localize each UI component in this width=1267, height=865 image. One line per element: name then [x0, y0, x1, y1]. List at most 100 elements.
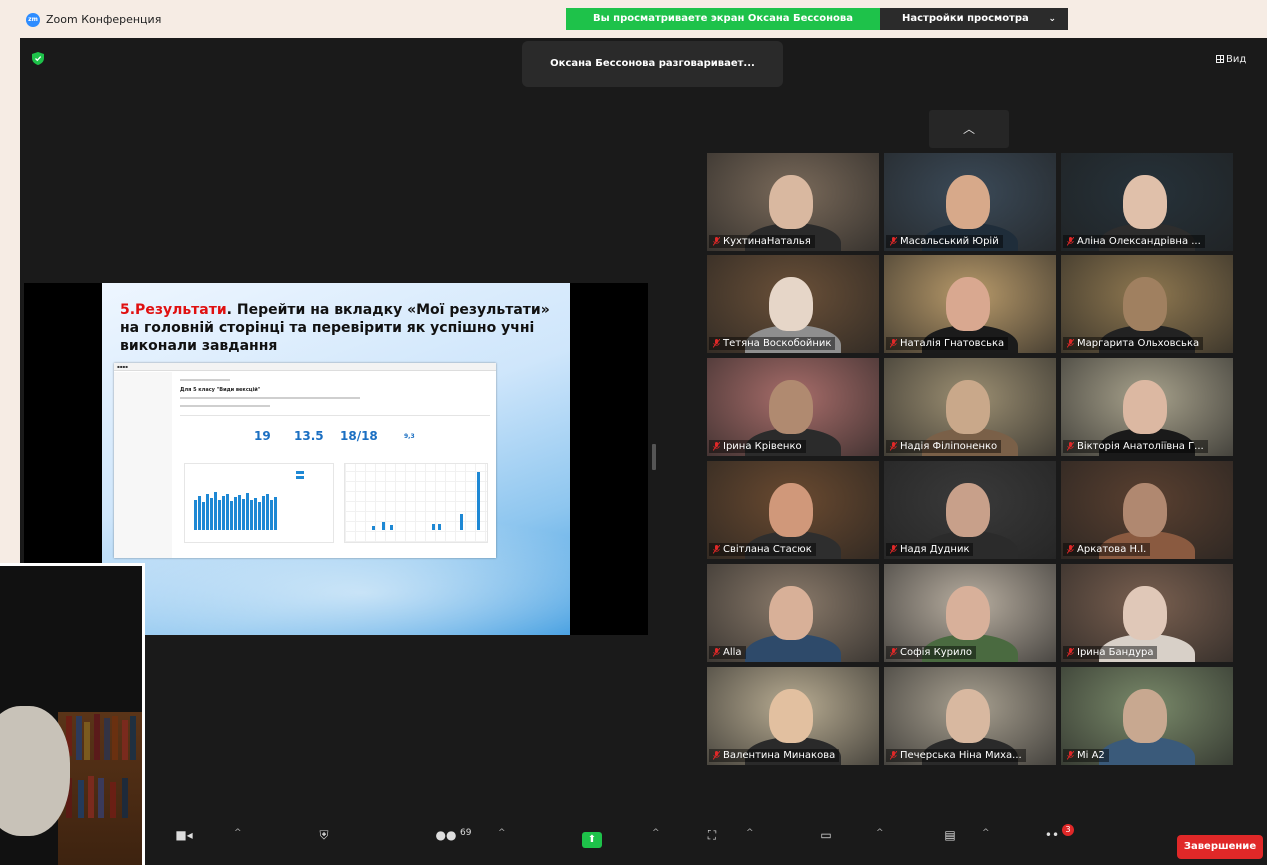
participant-name: Надія Філіпоненко [886, 440, 1002, 453]
book [112, 716, 118, 760]
chart-bar [222, 496, 225, 530]
chart-bar [262, 496, 265, 530]
participant-name-text: Надя Дудник [900, 544, 970, 555]
chart-bar [477, 472, 480, 530]
participant-tile[interactable]: Маргарита Ольховська [1061, 255, 1233, 353]
chart-legend-swatch [296, 471, 304, 474]
participant-name-text: Надія Філіпоненко [900, 441, 998, 452]
chat-caret[interactable]: ^ [876, 828, 884, 838]
meeting-window: Оксана Бессонова разговаривает... Вид ︿ … [20, 38, 1267, 865]
stat-rating: 9,3 [404, 433, 415, 440]
participant-tile[interactable]: Аліна Олександрівна ... [1061, 153, 1233, 251]
participants-icon[interactable]: ●● [434, 828, 458, 850]
chart-bar [218, 500, 221, 530]
chart-bar [270, 500, 273, 530]
participant-face [769, 586, 813, 640]
participant-tile[interactable]: Масальський Юрій [884, 153, 1056, 251]
participant-name-text: Тетяна Воскобойник [723, 338, 832, 349]
participant-face [946, 483, 990, 537]
notes-icon[interactable]: ▤ [938, 828, 962, 850]
chevron-down-icon: ⌄ [1048, 14, 1056, 24]
view-button[interactable]: Вид [1216, 54, 1246, 65]
participant-tile[interactable]: Ірина Крівенко [707, 358, 879, 456]
participant-tile[interactable]: Наталія Гнатовська [884, 255, 1056, 353]
view-button-label: Вид [1226, 54, 1247, 65]
participant-tile[interactable]: Валентина Минакова [707, 667, 879, 765]
participants-caret[interactable]: ^ [498, 828, 506, 838]
participant-name: Mi A2 [1063, 749, 1109, 762]
participant-name: Ірина Бандура [1063, 646, 1158, 659]
security-shield-icon[interactable] [32, 52, 44, 65]
screenshot-text-line [180, 415, 490, 416]
participant-face [769, 277, 813, 331]
participants-count: 69 [460, 828, 472, 838]
participant-tile[interactable]: Аркатова Н.І. [1061, 461, 1233, 559]
participant-tile[interactable]: Ірина Бандура [1061, 564, 1233, 662]
notes-caret[interactable]: ^ [982, 828, 990, 838]
reactions-icon[interactable]: ⛶ [700, 828, 724, 850]
participant-name: Печерська Ніна Миха... [886, 749, 1026, 762]
muted-mic-icon [713, 751, 720, 760]
participant-tile[interactable]: Надя Дудник [884, 461, 1056, 559]
book [78, 780, 84, 818]
chart-bar [432, 524, 435, 530]
view-settings-button[interactable]: Настройки просмотра ⌄ [880, 8, 1068, 30]
participant-tile[interactable]: КухтинаНаталья [707, 153, 879, 251]
book [76, 716, 82, 760]
participant-name-text: Софія Курило [900, 647, 972, 658]
participant-tile[interactable]: Mi A2 [1061, 667, 1233, 765]
participant-tile[interactable]: Тетяна Воскобойник [707, 255, 879, 353]
muted-mic-icon [890, 339, 897, 348]
participant-name: Тетяна Воскобойник [709, 337, 836, 350]
book [98, 778, 104, 818]
participant-name: Alla [709, 646, 746, 659]
screenshot-title: Для 5 класу "Види вексцій" [180, 387, 261, 393]
split-handle[interactable] [652, 444, 656, 470]
chevron-up-icon: ︿ [962, 122, 975, 136]
collapse-gallery-button[interactable]: ︿ [929, 110, 1009, 148]
participant-tile[interactable]: Вікторія Анатоліївна Г... [1061, 358, 1233, 456]
participant-name-text: Alla [723, 647, 742, 658]
muted-mic-icon [1067, 237, 1074, 246]
participant-name-text: Печерська Ніна Миха... [900, 750, 1022, 761]
end-meeting-button[interactable]: Завершение [1177, 835, 1263, 859]
participant-tile[interactable]: Печерська Ніна Миха... [884, 667, 1056, 765]
chart-bar [258, 502, 261, 530]
participant-face [769, 380, 813, 434]
book [104, 718, 110, 760]
video-camera-icon[interactable]: ■◂ [172, 828, 196, 850]
participant-name-text: Світлана Стасюк [723, 544, 812, 555]
window-title: Zoom Конференция [46, 13, 162, 26]
slide-heading: 5.Результати. Перейти на вкладку «Мої ре… [120, 301, 560, 355]
security-icon[interactable]: ⛨ [312, 828, 336, 850]
more-icon[interactable]: •• [1040, 828, 1064, 850]
chart-bar [210, 498, 213, 530]
screenshot-text-line [180, 405, 270, 407]
participant-tile[interactable]: Надія Філіпоненко [884, 358, 1056, 456]
chart-bar [198, 496, 201, 530]
video-options-caret[interactable]: ^ [234, 828, 242, 838]
participant-tile[interactable]: Світлана Стасюк [707, 461, 879, 559]
screenshot-topbar: ▪▪▪▪ [114, 363, 496, 371]
book [122, 778, 128, 818]
participant-tile[interactable]: Софія Курило [884, 564, 1056, 662]
self-video[interactable] [0, 563, 145, 865]
share-screen-icon[interactable]: ⬆ [582, 832, 602, 848]
participant-name: Ірина Крівенко [709, 440, 806, 453]
muted-mic-icon [890, 237, 897, 246]
chart-legend-swatch [296, 476, 304, 479]
muted-mic-icon [1067, 648, 1074, 657]
participant-tile[interactable]: Alla [707, 564, 879, 662]
participant-face [946, 380, 990, 434]
book [110, 782, 116, 818]
participant-name-text: Аркатова Н.І. [1077, 544, 1147, 555]
participant-name-text: Ірина Бандура [1077, 647, 1154, 658]
stat-tasks: 18/18 [340, 429, 378, 443]
share-options-caret[interactable]: ^ [652, 828, 660, 838]
chart-bar [246, 493, 249, 530]
reactions-caret[interactable]: ^ [746, 828, 754, 838]
presentation-slide: 5.Результати. Перейти на вкладку «Мої ре… [102, 283, 570, 635]
book [130, 716, 136, 760]
chat-icon[interactable]: ▭ [814, 828, 838, 850]
notification-badge: 3 [1062, 824, 1074, 836]
